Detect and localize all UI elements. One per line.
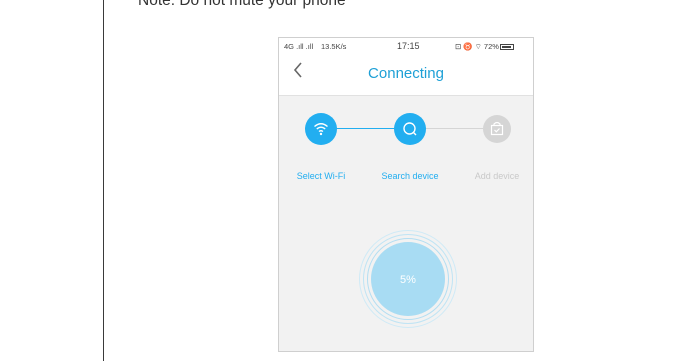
status-right-text: ⊡ ♉ ⌔ 72% — [455, 42, 499, 51]
wifi-icon — [314, 123, 328, 136]
page-title: Connecting — [368, 65, 444, 82]
battery-icon — [499, 44, 514, 50]
bag-check-icon — [490, 121, 504, 136]
signal-indicator: 4G .ıll .ıll — [284, 42, 314, 51]
step-select-wifi — [305, 113, 337, 145]
progress-percent: 5% — [400, 274, 416, 286]
page-margin-rule — [103, 0, 104, 361]
status-icons: ⊡ ♉ ⌔ 72% — [455, 42, 514, 52]
step-add-device — [483, 115, 511, 143]
step-search-device — [394, 113, 426, 145]
phone-screenshot: 4G .ıll .ıll 13.5K/s 17:15 ⊡ ♉ ⌔ 72% Con… — [278, 37, 534, 352]
search-icon — [403, 122, 417, 136]
step-connector — [426, 128, 483, 129]
network-speed: 13.5K/s — [321, 42, 347, 51]
step-label-search-device: Search device — [381, 171, 439, 181]
step-label-select-wifi: Select Wi-Fi — [296, 171, 346, 181]
status-bar: 4G .ıll .ıll 13.5K/s 17:15 ⊡ ♉ ⌔ 72% — [279, 38, 533, 55]
progress-indicator: 5% — [359, 230, 457, 328]
nav-bar: Connecting — [279, 55, 533, 96]
status-time: 17:15 — [397, 41, 420, 51]
step-connector — [337, 128, 394, 129]
step-label-add-device: Add device — [474, 171, 520, 181]
instruction-note: Note: Do not mute your phone — [138, 0, 346, 9]
